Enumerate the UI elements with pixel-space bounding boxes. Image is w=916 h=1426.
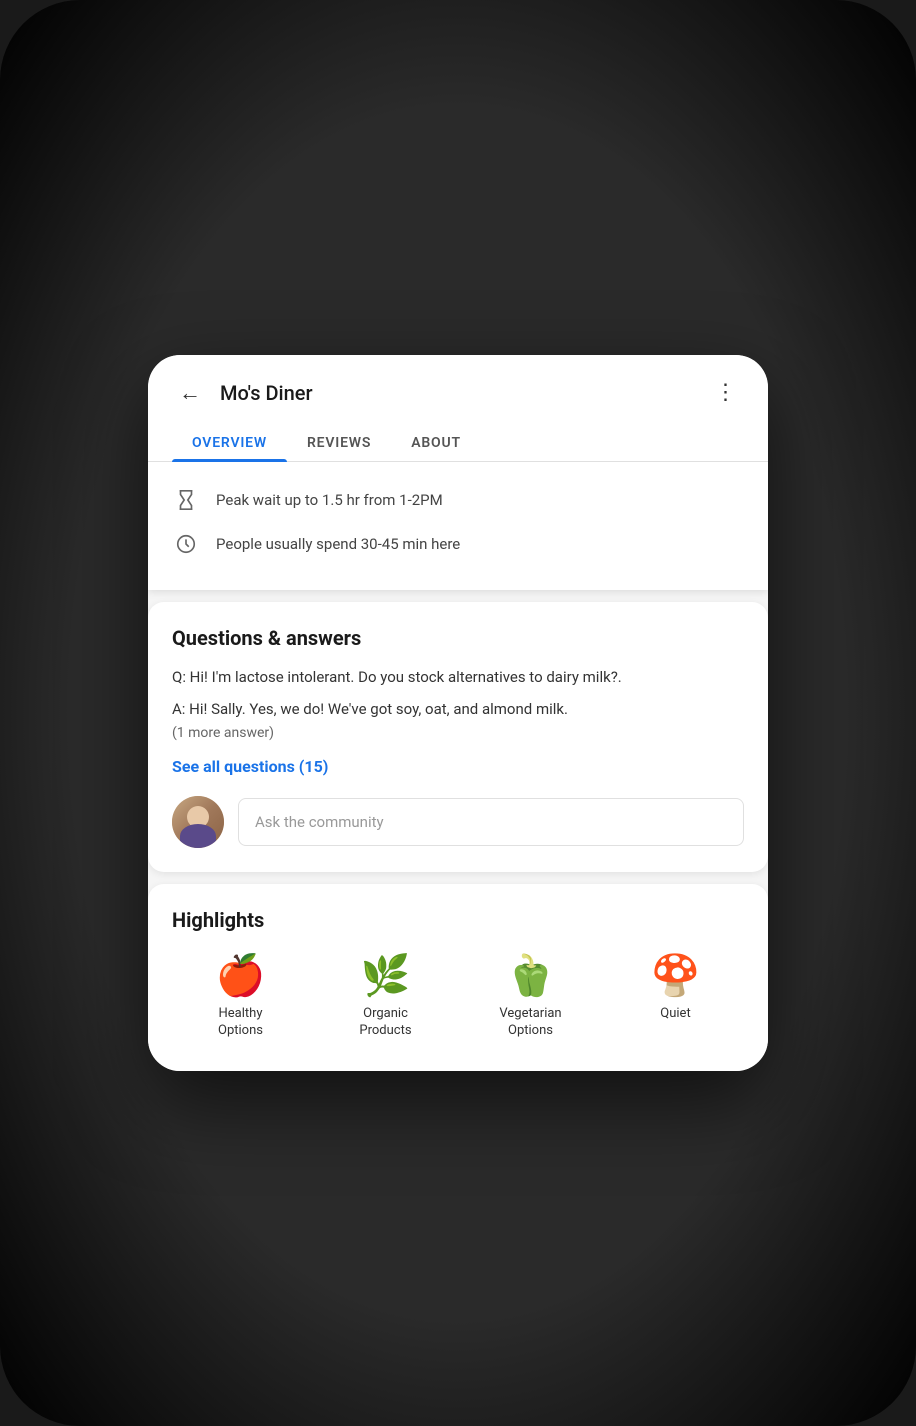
time-spent-row: People usually spend 30-45 min here xyxy=(172,522,744,566)
avatar xyxy=(172,796,224,848)
hourglass-icon xyxy=(172,486,200,514)
highlight-healthy-options: 🍎 Healthy Options xyxy=(201,956,281,1040)
questions-title: Questions & answers xyxy=(172,626,744,650)
quiet-label: Quiet xyxy=(660,1006,690,1023)
highlight-quiet: 🍄 Quiet xyxy=(636,956,716,1023)
organic-products-label: Organic Products xyxy=(346,1006,426,1040)
vegetarian-options-icon: 🫑 xyxy=(506,956,556,996)
highlight-vegetarian-options: 🫑 Vegetarian Options xyxy=(491,956,571,1040)
more-options-button[interactable]: ⋮ xyxy=(708,375,744,411)
highlight-organic-products: 🌿 Organic Products xyxy=(346,956,426,1040)
tab-about[interactable]: ABOUT xyxy=(391,423,481,461)
questions-card: Questions & answers Q: Hi! I'm lactose i… xyxy=(148,602,768,872)
qa-question-text: Q: Hi! I'm lactose intolerant. Do you st… xyxy=(172,666,744,689)
ask-community-input[interactable]: Ask the community xyxy=(238,798,744,846)
info-section: Peak wait up to 1.5 hr from 1-2PM People… xyxy=(148,462,768,574)
quiet-icon: 🍄 xyxy=(651,956,701,996)
qa-more-answers: (1 more answer) xyxy=(172,725,744,741)
vegetarian-options-label: Vegetarian Options xyxy=(491,1006,571,1040)
tab-bar: OVERVIEW REVIEWS ABOUT xyxy=(148,423,768,462)
back-arrow-icon: ← xyxy=(179,380,201,406)
phone-screen: ← Mo's Diner ⋮ OVERVIEW REVIEWS ABOUT xyxy=(148,355,768,1072)
time-spent-text: People usually spend 30-45 min here xyxy=(216,535,460,553)
healthy-options-label: Healthy Options xyxy=(201,1006,281,1040)
restaurant-card: ← Mo's Diner ⋮ OVERVIEW REVIEWS ABOUT xyxy=(148,355,768,590)
wait-time-text: Peak wait up to 1.5 hr from 1-2PM xyxy=(216,491,443,509)
restaurant-title: Mo's Diner xyxy=(220,381,708,405)
wait-time-row: Peak wait up to 1.5 hr from 1-2PM xyxy=(172,478,744,522)
highlights-grid: 🍎 Healthy Options 🌿 Organic Products 🫑 V… xyxy=(172,956,744,1040)
avatar-image xyxy=(172,796,224,848)
phone-wrapper: ← Mo's Diner ⋮ OVERVIEW REVIEWS ABOUT xyxy=(0,0,916,1426)
qa-answer-text: A: Hi! Sally. Yes, we do! We've got soy,… xyxy=(172,698,744,721)
tab-reviews[interactable]: REVIEWS xyxy=(287,423,391,461)
ask-community-row: Ask the community xyxy=(172,796,744,848)
back-button[interactable]: ← xyxy=(172,375,208,411)
more-icon: ⋮ xyxy=(715,380,738,405)
tab-overview[interactable]: OVERVIEW xyxy=(172,423,287,461)
see-all-questions-link[interactable]: See all questions (15) xyxy=(172,757,744,776)
highlights-card: Highlights 🍎 Healthy Options 🌿 Organic P… xyxy=(148,884,768,1072)
organic-products-icon: 🌿 xyxy=(361,956,411,996)
header: ← Mo's Diner ⋮ xyxy=(148,355,768,423)
highlights-title: Highlights xyxy=(172,908,744,932)
clock-icon xyxy=(172,530,200,558)
healthy-options-icon: 🍎 xyxy=(216,956,266,996)
